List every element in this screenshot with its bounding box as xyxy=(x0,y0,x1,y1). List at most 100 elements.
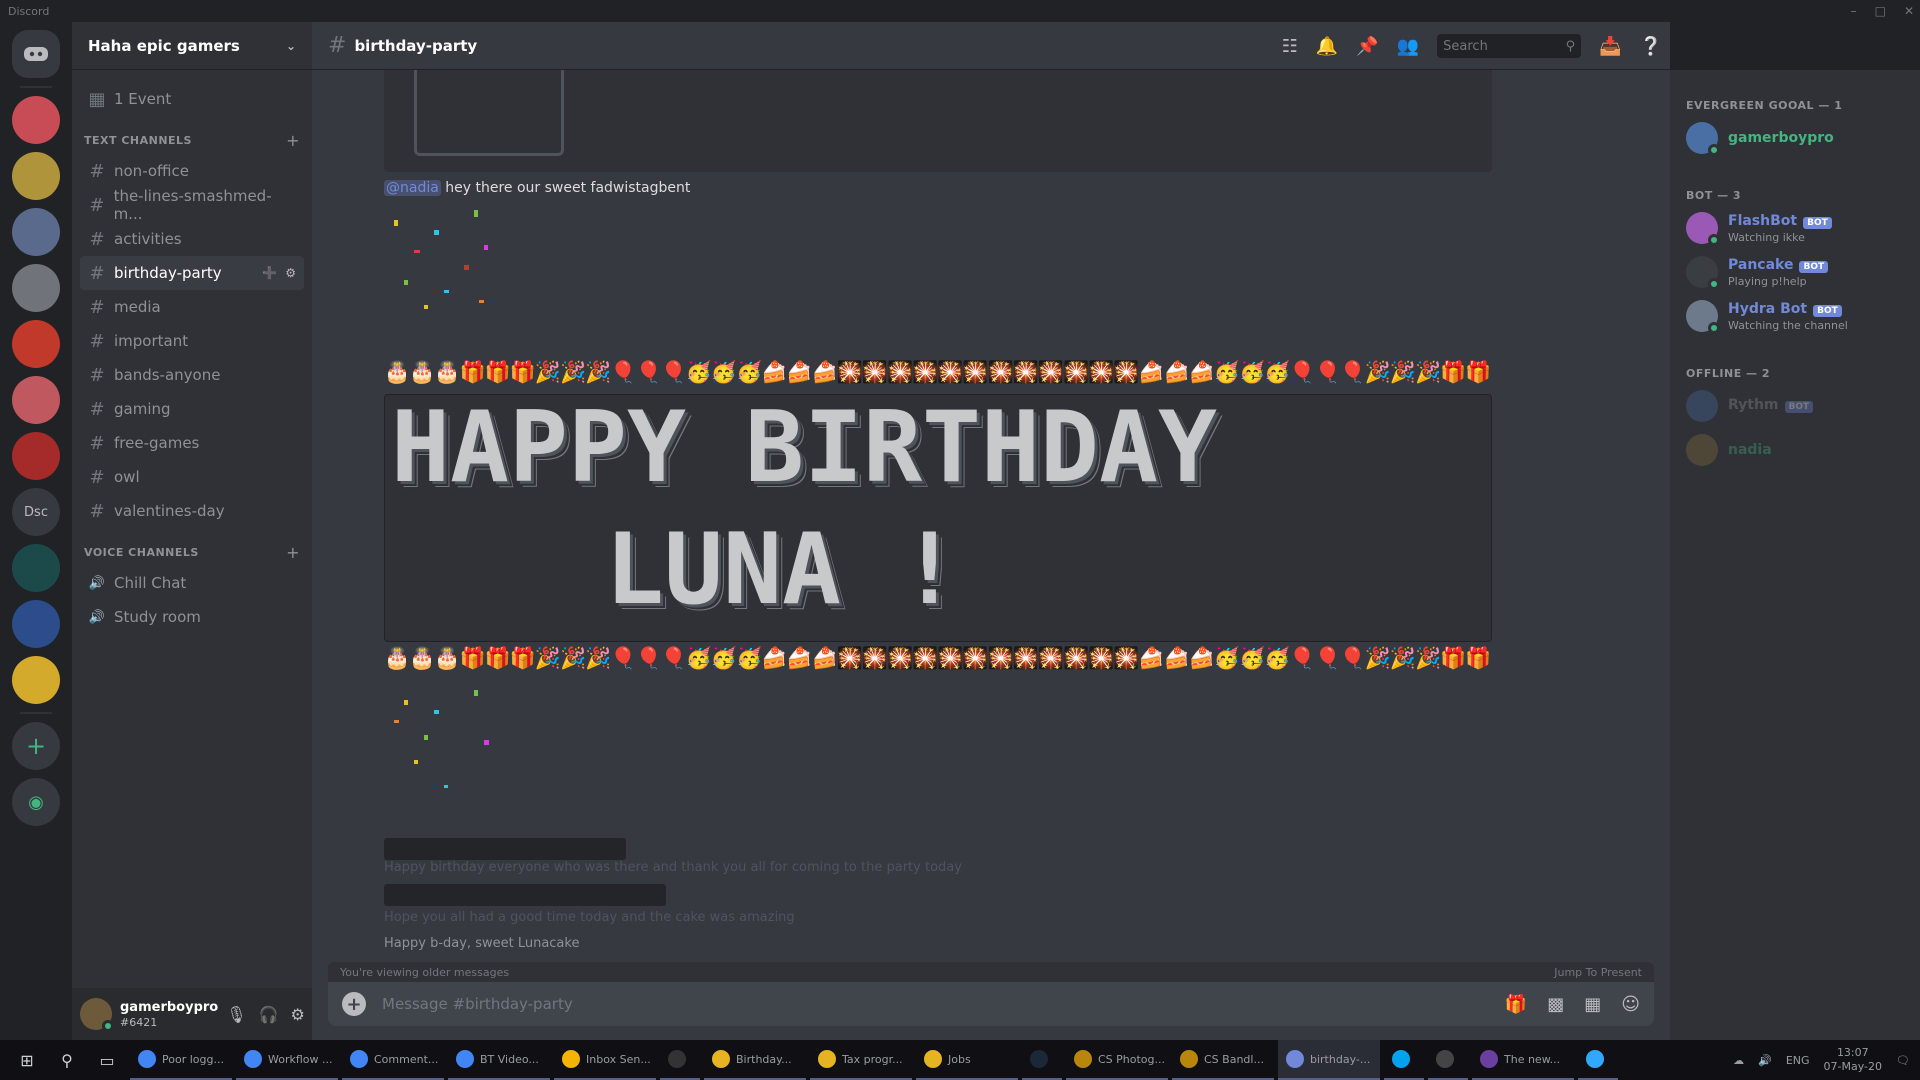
gift-icon[interactable]: 🎁 xyxy=(1505,994,1527,1015)
server-icon[interactable] xyxy=(12,376,60,424)
add-channel-icon[interactable]: + xyxy=(286,543,300,562)
bell-icon[interactable]: 🔔 xyxy=(1316,36,1338,57)
member-item[interactable]: nadia xyxy=(1686,428,1912,472)
member-status: Watching ikke xyxy=(1728,230,1805,244)
avatar xyxy=(1686,434,1718,466)
inbox-icon[interactable]: 📥 xyxy=(1599,36,1621,57)
volume-icon[interactable]: 🔊 xyxy=(1758,1054,1772,1067)
events-item[interactable]: ▦ 1 Event xyxy=(80,82,304,116)
language-indicator[interactable]: ENG xyxy=(1786,1054,1810,1067)
help-icon[interactable]: ❔ xyxy=(1640,36,1662,57)
channel-item[interactable]: # the-lines-smashmed-m... xyxy=(80,187,304,223)
windows-start-icon[interactable]: ⊞ xyxy=(10,1043,44,1077)
notifications-icon[interactable]: 🗨 xyxy=(1896,1054,1910,1067)
member-list-icon[interactable]: 👥 xyxy=(1397,36,1419,57)
member-item[interactable]: Pancake BOT Playing p!help xyxy=(1686,250,1912,294)
taskbar-app[interactable] xyxy=(1578,1040,1618,1080)
text-channels-category[interactable]: TEXT CHANNELS + xyxy=(80,126,304,154)
channel-item[interactable]: # valentines-day xyxy=(80,494,304,528)
member-item[interactable]: FlashBot BOT Watching ikke xyxy=(1686,206,1912,250)
channel-item[interactable]: # important xyxy=(80,324,304,358)
taskbar-app[interactable]: CS Photog... xyxy=(1066,1040,1168,1080)
channel-item[interactable]: # non-office xyxy=(80,154,304,188)
server-icon[interactable] xyxy=(12,208,60,256)
network-icon[interactable]: ☁ xyxy=(1733,1054,1744,1067)
server-icon[interactable] xyxy=(12,264,60,312)
clock[interactable]: 13:07 07-May-20 xyxy=(1824,1046,1882,1074)
emoji-icon[interactable]: ☺ xyxy=(1621,994,1640,1015)
explore-servers-button[interactable]: ◉ xyxy=(12,778,60,826)
taskbar-app[interactable]: BT Video... xyxy=(448,1040,550,1080)
taskbar-app[interactable]: Poor logg... xyxy=(130,1040,232,1080)
channel-item[interactable]: # bands-anyone xyxy=(80,358,304,392)
server-icon[interactable] xyxy=(12,152,60,200)
search-input[interactable]: Search ⚲ xyxy=(1437,34,1582,58)
spoiler-block[interactable] xyxy=(384,884,666,906)
gear-icon[interactable]: ⚙ xyxy=(285,266,296,280)
member-name-row: FlashBot BOT xyxy=(1728,213,1832,231)
search-icon[interactable]: ⚲ xyxy=(50,1043,84,1077)
server-icon[interactable] xyxy=(12,432,60,480)
headphones-icon[interactable]: 🎧 xyxy=(259,1005,279,1024)
channel-item[interactable]: # free-games xyxy=(80,426,304,460)
gif-icon[interactable]: ▩ xyxy=(1547,994,1564,1015)
member-item[interactable]: Rythm BOT xyxy=(1686,384,1912,428)
maximize-icon[interactable]: □ xyxy=(1875,4,1886,18)
taskbar-app[interactable]: Jobs xyxy=(916,1040,1018,1080)
close-icon[interactable]: ✕ xyxy=(1904,4,1914,18)
taskbar-app[interactable]: Workflow ... xyxy=(236,1040,338,1080)
task-view-icon[interactable]: ▭ xyxy=(90,1043,124,1077)
invite-icon[interactable]: ➕ xyxy=(262,266,277,280)
taskbar-app[interactable]: CS Bandl... xyxy=(1172,1040,1274,1080)
gear-icon[interactable]: ⚙ xyxy=(290,1005,304,1024)
server-icon[interactable] xyxy=(12,656,60,704)
taskbar-app[interactable]: The new... xyxy=(1472,1040,1574,1080)
channel-item[interactable]: # owl xyxy=(80,460,304,494)
app-icon xyxy=(1030,1050,1048,1068)
server-icon[interactable]: Dsc xyxy=(12,488,60,536)
member-item[interactable]: gamerboypro xyxy=(1686,116,1912,160)
channel-item[interactable]: # birthday-party ➕ ⚙ xyxy=(80,256,304,290)
message-composer[interactable]: + Message #birthday-party 🎁 ▩ ▦ ☺ xyxy=(328,982,1654,1026)
avatar[interactable] xyxy=(80,998,114,1032)
taskbar-app[interactable]: Comment... xyxy=(342,1040,444,1080)
member-item[interactable]: Hydra Bot BOT Watching the channel xyxy=(1686,294,1912,338)
spoiler-block[interactable] xyxy=(384,838,626,860)
clock-date: 07-May-20 xyxy=(1823,1060,1883,1073)
taskbar-app[interactable] xyxy=(660,1040,700,1080)
jump-to-present-button[interactable]: Jump To Present xyxy=(1554,966,1642,979)
server-icon[interactable] xyxy=(12,544,60,592)
voice-channel-item[interactable]: 🔊 Study room xyxy=(80,600,304,634)
taskbar-app[interactable]: Birthday... xyxy=(704,1040,806,1080)
composer-placeholder[interactable]: Message #birthday-party xyxy=(382,995,573,1013)
taskbar-app[interactable] xyxy=(1428,1040,1468,1080)
user-mention[interactable]: @nadia xyxy=(384,180,441,196)
channel-item[interactable]: # gaming xyxy=(80,392,304,426)
add-attachment-button[interactable]: + xyxy=(342,992,366,1016)
channel-item[interactable]: # activities xyxy=(80,222,304,256)
server-icon[interactable] xyxy=(12,320,60,368)
taskbar-app[interactable]: Tax progr... xyxy=(810,1040,912,1080)
bot-badge: BOT xyxy=(1784,401,1814,413)
home-button[interactable] xyxy=(12,30,60,78)
minimize-icon[interactable]: – xyxy=(1851,4,1857,18)
guild-header[interactable]: Haha epic gamers ⌄ xyxy=(72,22,312,70)
server-icon[interactable] xyxy=(12,600,60,648)
threads-icon[interactable]: ☷ xyxy=(1282,36,1298,57)
app-label: BT Video... xyxy=(480,1052,539,1066)
taskbar-app[interactable]: Inbox Sen... xyxy=(554,1040,656,1080)
taskbar-app[interactable]: birthday-... xyxy=(1278,1040,1380,1080)
taskbar-app[interactable] xyxy=(1384,1040,1424,1080)
add-channel-icon[interactable]: + xyxy=(286,131,300,150)
voice-channel-item[interactable]: 🔊 Chill Chat xyxy=(80,566,304,600)
hash-icon: # xyxy=(89,296,105,318)
pin-icon[interactable]: 📌 xyxy=(1356,36,1378,57)
add-server-button[interactable]: + xyxy=(12,722,60,770)
taskbar-app[interactable] xyxy=(1022,1040,1062,1080)
mute-mic-icon[interactable]: 🎙 xyxy=(226,1005,246,1024)
sticker-icon[interactable]: ▦ xyxy=(1584,994,1601,1015)
confetti-animation xyxy=(394,210,488,309)
server-icon[interactable] xyxy=(12,96,60,144)
voice-channels-category[interactable]: VOICE CHANNELS + xyxy=(80,538,304,566)
channel-item[interactable]: # media xyxy=(80,290,304,324)
